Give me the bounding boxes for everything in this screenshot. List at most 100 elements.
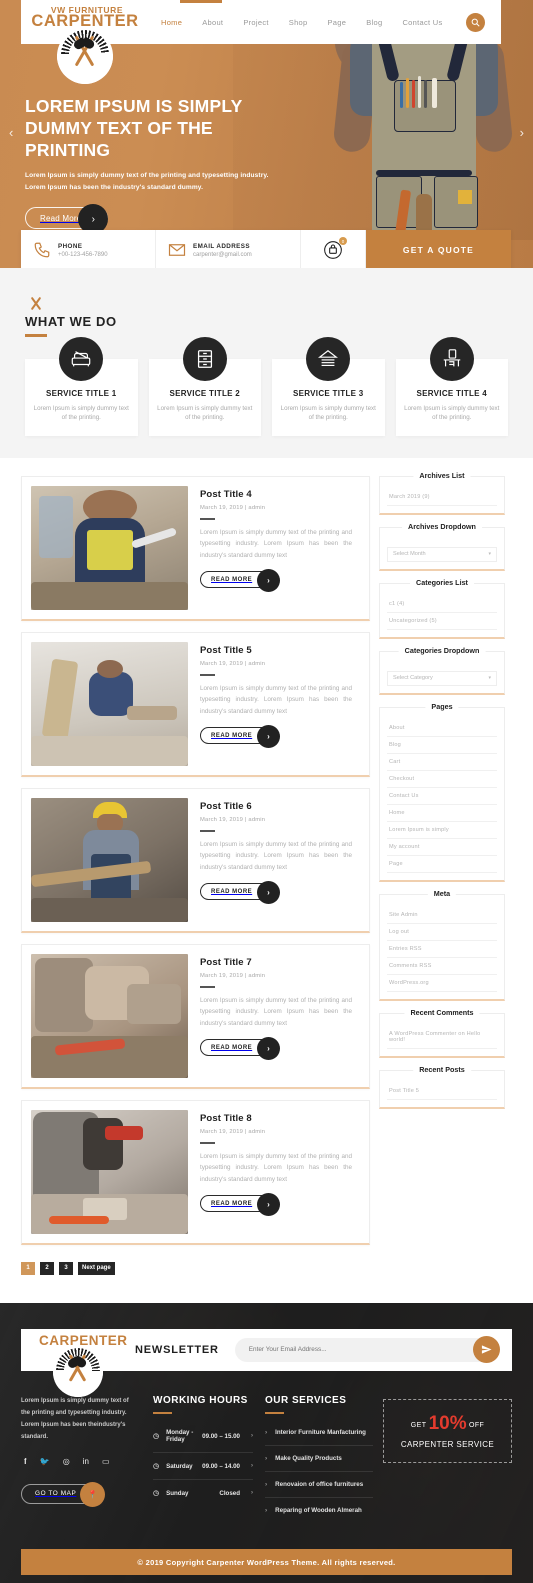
page-link[interactable]: Lorem Ipsum is simply [387, 822, 497, 839]
site-logo[interactable]: VW FURNITURE CARPENTER [21, 0, 141, 44]
service-card[interactable]: SERVICE TITLE 3 Lorem Ipsum is simply du… [272, 359, 385, 436]
post-body: Post Title 5 March 19, 2019 | admin Lore… [188, 642, 360, 766]
cabin-house-icon [306, 337, 350, 381]
send-icon[interactable] [473, 1336, 500, 1363]
newsletter-email-input[interactable] [249, 1346, 449, 1353]
post-title[interactable]: Post Title 7 [200, 957, 360, 968]
read-more-button[interactable]: READ MORE › [200, 571, 277, 588]
page-link[interactable]: Checkout [387, 771, 497, 788]
divider [200, 1142, 215, 1144]
next-page-button[interactable]: Next page [78, 1262, 115, 1275]
page-link[interactable]: Cart [387, 754, 497, 771]
chevron-right-icon: › [251, 1463, 253, 1469]
title-underline [153, 1412, 172, 1415]
chevron-right-icon: › [265, 1507, 267, 1514]
slider-prev-arrow[interactable]: ‹ [9, 125, 13, 140]
categories-select[interactable]: Select Category ▾ [387, 671, 497, 686]
service-link[interactable]: › Interior Furniture Manfacturing [265, 1420, 373, 1446]
chevron-down-icon: ▾ [488, 551, 491, 557]
page-button-1[interactable]: 1 [21, 1262, 35, 1275]
nav-item-about[interactable]: About [192, 18, 233, 27]
read-more-button[interactable]: READ MORE › [200, 1039, 277, 1056]
email-value: carpenter@gmail.com [193, 252, 252, 258]
category-item[interactable]: Uncategorized (5) [387, 613, 497, 630]
widget-title: Pages [425, 702, 458, 711]
cart-info[interactable]: 0 [301, 230, 366, 268]
section-header: WHAT WE DO [0, 296, 533, 337]
nav-item-blog[interactable]: Blog [356, 18, 392, 27]
get-a-quote-button[interactable]: GET A QUOTE [366, 230, 511, 268]
categories-select-value: Select Category [393, 675, 433, 681]
slider-next-arrow[interactable]: › [520, 125, 524, 140]
nav-item-project[interactable]: Project [233, 18, 278, 27]
hero-content: LOREM IPSUM IS SIMPLY DUMMY TEXT OF THE … [25, 95, 295, 229]
service-link[interactable]: › Reparing of Wooden Almerah [265, 1498, 373, 1523]
meta-link[interactable]: WordPress.org [387, 975, 497, 992]
linkedin-icon[interactable]: in [83, 1457, 89, 1467]
go-to-map-button[interactable]: GO TO MAP 📍 [21, 1484, 103, 1504]
working-hours-time: 09.00 – 15.00 [202, 1433, 240, 1440]
service-link[interactable]: › Renovaion of office furnitures [265, 1472, 373, 1498]
post-title[interactable]: Post Title 6 [200, 801, 360, 812]
meta-link[interactable]: Entries RSS [387, 941, 497, 958]
category-item[interactable]: c1 (4) [387, 596, 497, 613]
twitter-icon[interactable]: 🐦 [40, 1457, 50, 1467]
page-link[interactable]: Contact Us [387, 788, 497, 805]
widget-pages: Pages About Blog Cart Checkout Contact U… [379, 707, 505, 882]
phone-info[interactable]: PHONE +00-123-456-7890 [21, 230, 156, 268]
hero-banner: LOREM IPSUM IS SIMPLY DUMMY TEXT OF THE … [0, 0, 533, 268]
service-card[interactable]: SERVICE TITLE 2 Lorem Ipsum is simply du… [149, 359, 262, 436]
footer-working-hours-column: WORKING HOURS ◷ Monday - Friday 09.00 – … [153, 1395, 265, 1524]
search-icon[interactable] [466, 13, 485, 32]
post-card[interactable]: Post Title 5 March 19, 2019 | admin Lore… [21, 632, 370, 777]
post-card[interactable]: Post Title 6 March 19, 2019 | admin Lore… [21, 788, 370, 933]
hero-title: LOREM IPSUM IS SIMPLY DUMMY TEXT OF THE … [25, 95, 295, 161]
meta-link[interactable]: Site Admin [387, 907, 497, 924]
nav-item-contact-us[interactable]: Contact Us [392, 18, 452, 27]
chevron-right-icon: › [257, 881, 280, 904]
page-button-2[interactable]: 2 [40, 1262, 54, 1275]
page-link[interactable]: About [387, 720, 497, 737]
service-link[interactable]: › Make Quality Products [265, 1446, 373, 1472]
service-desc: Lorem Ipsum is simply dummy text of the … [402, 404, 503, 423]
meta-link[interactable]: Log out [387, 924, 497, 941]
service-card[interactable]: SERVICE TITLE 4 Lorem Ipsum is simply du… [396, 359, 509, 436]
youtube-icon[interactable]: ▭ [102, 1457, 110, 1467]
what-we-do-section: WHAT WE DO SERVICE TITLE 1 Lorem Ipsum i… [0, 268, 533, 458]
hero-read-more-button[interactable]: Read More › [25, 207, 108, 229]
logo-saw-axes-emblem [57, 28, 113, 84]
post-title[interactable]: Post Title 5 [200, 645, 360, 656]
clock-icon: ◷ [153, 1489, 159, 1497]
page-link[interactable]: Home [387, 805, 497, 822]
nav-item-home[interactable]: Home [151, 18, 192, 27]
service-card[interactable]: SERVICE TITLE 1 Lorem Ipsum is simply du… [25, 359, 138, 436]
archives-item[interactable]: March 2019 (9) [387, 489, 497, 506]
instagram-icon[interactable]: ◎ [63, 1457, 70, 1467]
recent-post-item[interactable]: Post Title 5 [387, 1083, 497, 1100]
working-hours-time: 09.00 – 14.00 [202, 1463, 240, 1470]
page-button-3[interactable]: 3 [59, 1262, 73, 1275]
recent-comment-item[interactable]: A WordPress Commenter on Hello world! [387, 1026, 497, 1049]
page-link[interactable]: Blog [387, 737, 497, 754]
meta-link[interactable]: Comments RSS [387, 958, 497, 975]
page-link[interactable]: Page [387, 856, 497, 873]
nav-item-shop[interactable]: Shop [279, 18, 318, 27]
read-more-button[interactable]: READ MORE › [200, 727, 277, 744]
facebook-icon[interactable]: 𝐟 [24, 1457, 27, 1467]
nav-item-page[interactable]: Page [318, 18, 357, 27]
page-link[interactable]: My account [387, 839, 497, 856]
chevron-right-icon: › [257, 725, 280, 748]
go-to-map-label: GO TO MAP [35, 1490, 76, 1497]
post-card[interactable]: Post Title 4 March 19, 2019 | admin Lore… [21, 476, 370, 621]
read-more-button[interactable]: READ MORE › [200, 883, 277, 900]
archives-select[interactable]: Select Month ▾ [387, 547, 497, 562]
post-title[interactable]: Post Title 4 [200, 489, 360, 500]
post-card[interactable]: Post Title 7 March 19, 2019 | admin Lore… [21, 944, 370, 1089]
email-info[interactable]: EMAIL ADDRESS carpenter@gmail.com [156, 230, 301, 268]
read-more-button[interactable]: READ MORE › [200, 1195, 277, 1212]
clock-icon: ◷ [153, 1432, 159, 1440]
post-card[interactable]: Post Title 8 March 19, 2019 | admin Lore… [21, 1100, 370, 1245]
post-title[interactable]: Post Title 8 [200, 1113, 360, 1124]
footer-logo[interactable]: CARPENTER [35, 1329, 121, 1371]
newsletter-field[interactable] [235, 1338, 498, 1362]
